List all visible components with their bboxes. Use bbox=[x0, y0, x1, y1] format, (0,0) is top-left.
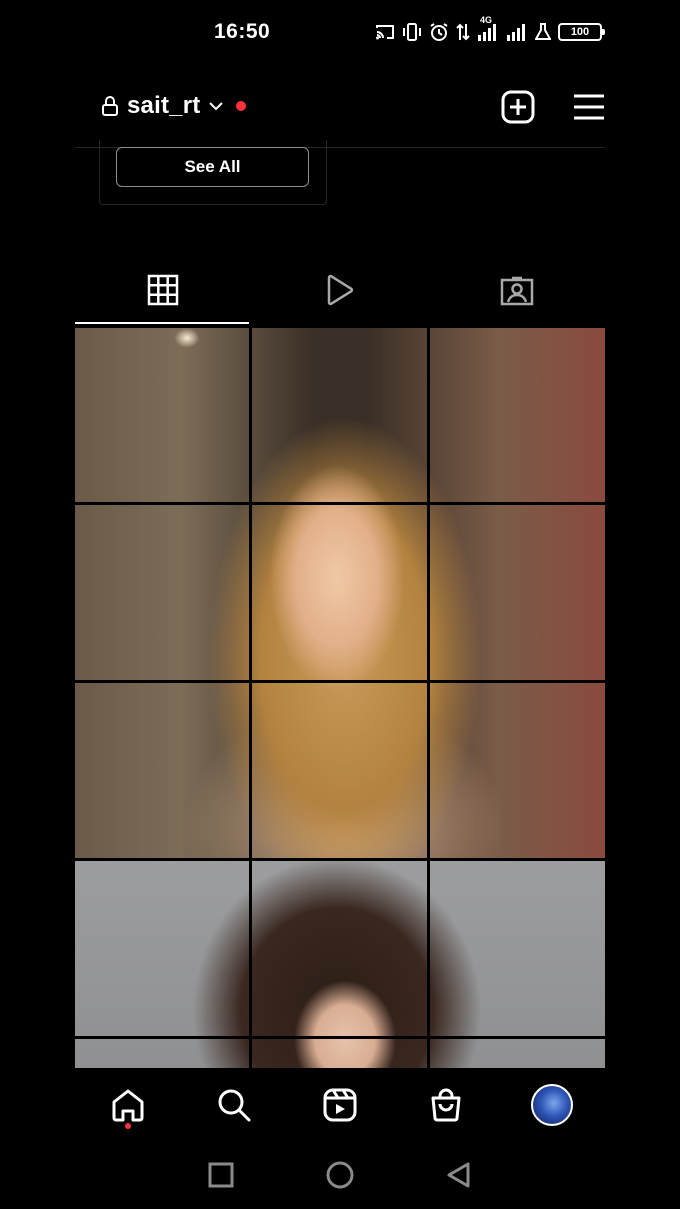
tab-tagged[interactable] bbox=[428, 254, 605, 326]
search-icon bbox=[218, 1089, 251, 1122]
home-icon bbox=[112, 1089, 144, 1122]
vibrate-icon bbox=[403, 23, 421, 41]
nav-search[interactable] bbox=[204, 1075, 264, 1135]
home-circle-icon[interactable] bbox=[326, 1161, 354, 1189]
status-time: 16:50 bbox=[214, 20, 271, 43]
posts-grid bbox=[75, 328, 605, 1068]
grid-divider bbox=[75, 680, 605, 683]
active-indicator bbox=[125, 1123, 131, 1129]
notification-dot bbox=[236, 101, 247, 111]
suggestion-card: See All bbox=[99, 140, 327, 205]
reels-icon bbox=[323, 1088, 357, 1122]
status-icons: 4G 100 bbox=[375, 15, 605, 42]
grid-divider bbox=[75, 858, 605, 861]
grid-divider bbox=[75, 502, 605, 505]
new-post-icon[interactable] bbox=[501, 90, 535, 124]
grid-divider bbox=[427, 328, 430, 1068]
nav-shop[interactable] bbox=[416, 1075, 476, 1135]
nav-profile[interactable] bbox=[522, 1075, 582, 1135]
grid-divider bbox=[249, 328, 252, 1068]
account-switcher[interactable]: sait_rt bbox=[101, 92, 247, 120]
post-photo[interactable] bbox=[75, 328, 605, 858]
signal-icon bbox=[507, 24, 525, 41]
cast-icon bbox=[376, 25, 394, 40]
alarm-icon bbox=[430, 23, 448, 41]
profile-header: sait_rt bbox=[75, 80, 605, 134]
tab-grid[interactable] bbox=[75, 254, 252, 326]
reels-play-icon bbox=[327, 274, 354, 306]
battery-icon: 100 bbox=[558, 23, 605, 41]
nav-reels[interactable] bbox=[310, 1075, 370, 1135]
username: sait_rt bbox=[127, 92, 201, 119]
menu-icon[interactable] bbox=[573, 93, 605, 121]
tagged-icon bbox=[500, 276, 533, 306]
back-triangle-icon[interactable] bbox=[446, 1161, 472, 1189]
network-type: 4G bbox=[480, 15, 493, 25]
bottom-nav bbox=[75, 1075, 605, 1135]
lab-icon bbox=[535, 23, 551, 40]
chevron-down-icon bbox=[209, 102, 224, 111]
shop-icon bbox=[431, 1088, 461, 1122]
grid-icon bbox=[148, 274, 179, 306]
avatar bbox=[531, 1084, 573, 1126]
nav-home[interactable] bbox=[98, 1075, 158, 1135]
data-transfer-icon bbox=[456, 23, 470, 41]
signal-icon bbox=[478, 24, 496, 41]
recents-square-icon[interactable] bbox=[208, 1162, 234, 1188]
lock-icon bbox=[102, 96, 118, 116]
profile-tabs bbox=[75, 254, 605, 326]
tab-reels[interactable] bbox=[252, 254, 429, 326]
see-all-button[interactable]: See All bbox=[116, 147, 309, 187]
status-bar: 16:50 4G 100 bbox=[0, 0, 680, 64]
system-navigation bbox=[0, 1140, 680, 1209]
grid-divider bbox=[75, 1036, 605, 1039]
